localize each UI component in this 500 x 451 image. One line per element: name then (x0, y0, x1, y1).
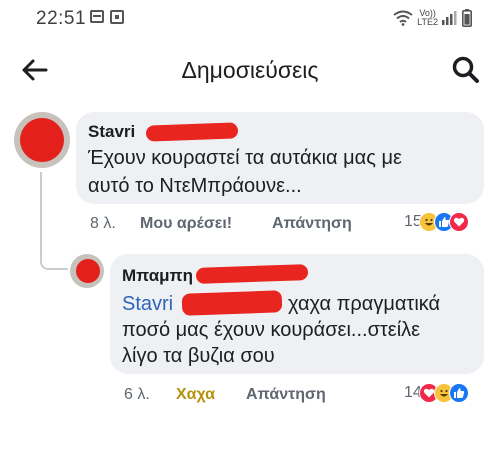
signal-icon (442, 11, 458, 25)
comment-author[interactable]: Μπαμπη (122, 266, 193, 286)
redacted-name (195, 264, 309, 284)
comment-time: 6 λ. (124, 386, 150, 403)
image-notification-icon (110, 10, 124, 24)
reaction-summary[interactable]: 14 (404, 383, 469, 403)
app-bar: Δημοσιεύσεις (0, 40, 500, 100)
status-indicators: Vo)) LTE2 (393, 6, 472, 30)
comment-text-line: Έχουν κουραστεί τα αυτάκια μας με (88, 147, 402, 169)
comment-author[interactable]: Stavri (88, 122, 135, 142)
reply-button[interactable]: Απάντηση (246, 386, 326, 404)
battery-icon (462, 9, 472, 27)
wifi-icon (393, 10, 413, 26)
comment-text-line: αυτό το ΝτεΜπράουνε... (88, 175, 302, 197)
love-icon (448, 212, 469, 232)
mention-link[interactable]: Stavri (122, 290, 173, 318)
reply-button[interactable]: Απάντηση (272, 215, 352, 233)
reaction-summary[interactable]: 15 (404, 212, 469, 232)
comment-text-line: λίγο τα βυζια σου (122, 345, 275, 367)
status-bar: 22:51 Vo)) LTE2 (0, 0, 500, 36)
haha-reaction-button[interactable]: Χαχα (176, 386, 215, 404)
avatar[interactable] (14, 112, 70, 168)
search-button[interactable] (446, 52, 486, 88)
lte-indicator: Vo)) LTE2 (417, 8, 438, 27)
comment-text-line: ποσό μας έχουν κουράσει...στείλε (122, 319, 421, 341)
redacted-name (145, 122, 239, 142)
reply-bubble[interactable]: Μπαμπη Stavri χαχα πραγματικά ποσό μας έ… (110, 254, 484, 374)
thread-connector (40, 172, 68, 270)
like-button[interactable]: Μου αρέσει! (140, 215, 232, 233)
comment-text-line: χαχα πραγματικά (288, 293, 441, 315)
like-icon (448, 383, 469, 403)
avatar[interactable] (70, 254, 104, 288)
calendar-notification-icon (90, 10, 104, 23)
redacted-name (181, 290, 283, 316)
comment-bubble[interactable]: Stavri Έχουν κουραστεί τα αυτάκια μας με… (76, 112, 484, 204)
comment-time: 8 λ. (90, 215, 116, 232)
page-title: Δημοσιεύσεις (181, 57, 319, 83)
status-time: 22:51 (36, 8, 87, 29)
